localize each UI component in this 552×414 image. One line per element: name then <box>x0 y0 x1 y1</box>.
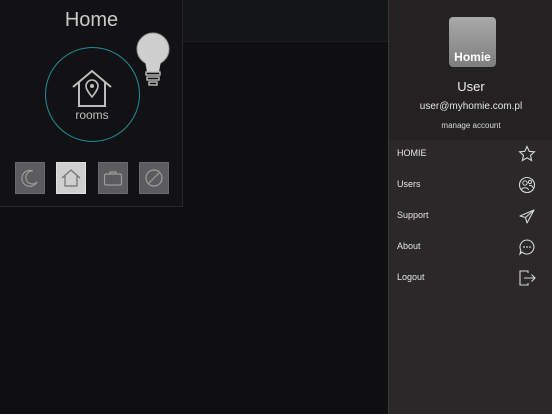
mode-away-button[interactable] <box>98 162 128 194</box>
menu-item-label: Logout <box>397 272 425 282</box>
page-title: Home <box>64 9 119 31</box>
menu-item-label: Support <box>397 210 429 220</box>
user-email: user@myhomie.com.pl <box>419 101 523 112</box>
mode-home-button[interactable] <box>56 162 86 194</box>
rooms-label: rooms <box>75 108 109 122</box>
rooms-button[interactable]: rooms <box>45 47 140 142</box>
drawer-header: Homie User user@myhomie.com.pl manage ac… <box>389 0 552 140</box>
chat-icon <box>519 239 535 256</box>
menu-item-support[interactable]: Support <box>389 202 552 233</box>
menu-item-label: HOMIE <box>397 148 427 158</box>
menu-item-label: Users <box>397 179 421 189</box>
menu-item-label: About <box>397 241 421 251</box>
home-panel: Home rooms <box>0 0 183 207</box>
menu-item-homie[interactable]: HOMIE <box>389 140 552 171</box>
logout-icon <box>519 270 536 286</box>
moon-icon <box>21 169 38 187</box>
briefcase-icon <box>103 171 123 186</box>
home-pin-icon <box>72 69 112 107</box>
menu-item-logout[interactable]: Logout <box>389 264 552 295</box>
home-icon <box>61 169 81 187</box>
side-drawer: Homie User user@myhomie.com.pl manage ac… <box>388 0 552 414</box>
mode-off-button[interactable] <box>139 162 169 194</box>
app-logo: Homie <box>449 17 496 67</box>
send-icon <box>519 209 535 224</box>
star-icon <box>518 145 536 162</box>
lightbulb-icon[interactable] <box>135 32 171 90</box>
disabled-icon <box>145 169 163 187</box>
mode-night-button[interactable] <box>15 162 45 194</box>
logo-text: Homie <box>454 50 491 64</box>
users-icon <box>518 176 536 194</box>
user-name: User <box>457 79 485 94</box>
menu-item-about[interactable]: About <box>389 233 552 264</box>
manage-account-link[interactable]: manage account <box>389 121 552 130</box>
menu-item-users[interactable]: Users <box>389 171 552 202</box>
